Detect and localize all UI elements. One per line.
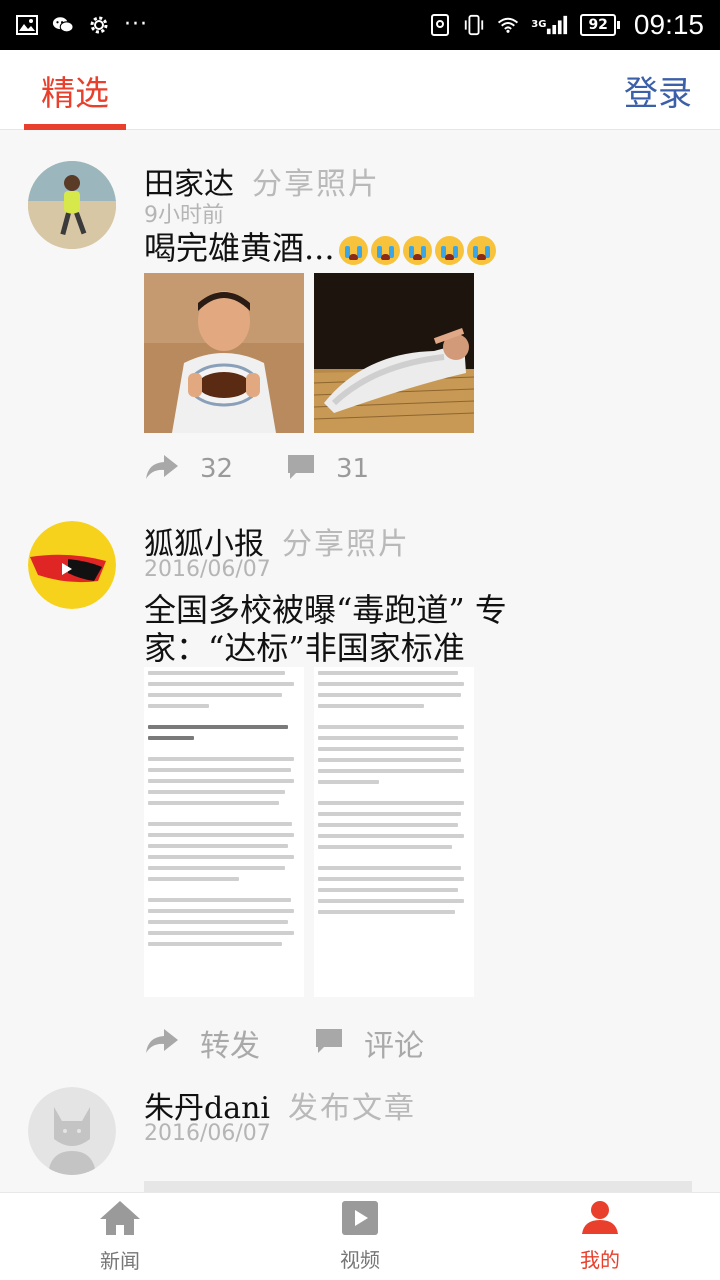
post-text[interactable]: 全国多校被曝“毒跑道” 专家：“达标”非国家标准 xyxy=(144,591,554,667)
top-bar: 精选 登录 xyxy=(0,50,720,130)
screen-lock-icon xyxy=(429,14,451,36)
post-photo[interactable] xyxy=(314,273,474,433)
share-button[interactable]: 转发 xyxy=(144,1021,314,1065)
person-icon xyxy=(580,1200,620,1240)
nav-news[interactable]: 新闻 xyxy=(0,1193,240,1280)
comment-label: 评论 xyxy=(364,1029,424,1064)
feed-post: 田家达 分享照片 9小时前 喝完雄黄酒... 32 31 xyxy=(0,131,720,511)
crying-emoji-icon xyxy=(402,236,432,265)
app-screen: ··· 3G 92 09:15 精选 登录 田家达 分享照片 9小时前 喝完雄黄… xyxy=(0,0,720,1280)
bottom-nav: 新闻 视频 我的 xyxy=(0,1192,720,1280)
post-action: 分享照片 xyxy=(252,167,380,202)
image-icon xyxy=(16,14,38,36)
share-button[interactable]: 32 xyxy=(144,453,286,485)
crying-emoji-icon xyxy=(370,236,400,265)
post-meta: 32 31 xyxy=(144,453,369,485)
avatar[interactable] xyxy=(28,161,116,249)
nav-label: 视频 xyxy=(340,1248,380,1272)
video-icon xyxy=(341,1200,379,1240)
wechat-icon xyxy=(52,14,74,36)
network-type: 3G xyxy=(531,19,547,30)
post-photo[interactable] xyxy=(144,273,304,433)
nav-video[interactable]: 视频 xyxy=(240,1193,480,1280)
comment-icon xyxy=(314,1027,344,1059)
post-text[interactable]: 喝完雄黄酒... xyxy=(144,229,644,267)
status-bar: ··· 3G 92 09:15 xyxy=(0,0,720,50)
comment-icon xyxy=(286,453,316,485)
article-card[interactable] xyxy=(144,1181,692,1192)
article-scan-image[interactable] xyxy=(314,667,474,997)
battery-indicator: 92 xyxy=(580,14,621,36)
feed[interactable]: 田家达 分享照片 9小时前 喝完雄黄酒... 32 31 狐狐小报 分享照片 2… xyxy=(0,131,720,1192)
login-link[interactable]: 登录 xyxy=(624,50,692,130)
wifi-icon xyxy=(497,14,519,36)
comment-button[interactable]: 评论 xyxy=(314,1021,424,1065)
home-icon xyxy=(98,1199,142,1241)
more-icon: ··· xyxy=(124,12,148,37)
crying-emoji-icon xyxy=(434,236,464,265)
post-action: 分享照片 xyxy=(282,527,410,562)
signal-icon xyxy=(546,14,568,36)
avatar[interactable] xyxy=(28,1087,116,1175)
vibrate-icon xyxy=(463,14,485,36)
share-label: 转发 xyxy=(200,1029,260,1064)
avatar[interactable] xyxy=(28,521,116,609)
tab-featured[interactable]: 精选 xyxy=(24,50,126,130)
crying-emoji-group xyxy=(338,236,496,265)
post-time: 2016/06/07 xyxy=(144,557,271,582)
comment-button[interactable]: 31 xyxy=(286,453,369,485)
article-scan-image[interactable] xyxy=(144,667,304,997)
nav-label: 新闻 xyxy=(100,1249,140,1273)
share-icon xyxy=(144,453,180,485)
nav-label: 我的 xyxy=(580,1248,620,1272)
clock: 09:15 xyxy=(633,9,704,40)
share-count: 32 xyxy=(200,454,234,484)
feed-post: 朱丹dani 发布文章 2016/06/07 xyxy=(0,1071,720,1192)
post-time: 2016/06/07 xyxy=(144,1121,271,1146)
post-meta: 转发 评论 xyxy=(144,1021,424,1065)
crying-emoji-icon xyxy=(338,236,368,265)
post-time: 9小时前 xyxy=(144,203,224,228)
post-text-content: 喝完雄黄酒... xyxy=(144,229,335,267)
feed-post: 狐狐小报 分享照片 2016/06/07 全国多校被曝“毒跑道” 专家：“达标”… xyxy=(0,511,720,1071)
nav-mine[interactable]: 我的 xyxy=(480,1193,720,1280)
settings-icon xyxy=(88,14,110,36)
share-icon xyxy=(144,1027,180,1059)
comment-count: 31 xyxy=(336,454,370,484)
post-action: 发布文章 xyxy=(288,1091,417,1126)
crying-emoji-icon xyxy=(466,236,496,265)
